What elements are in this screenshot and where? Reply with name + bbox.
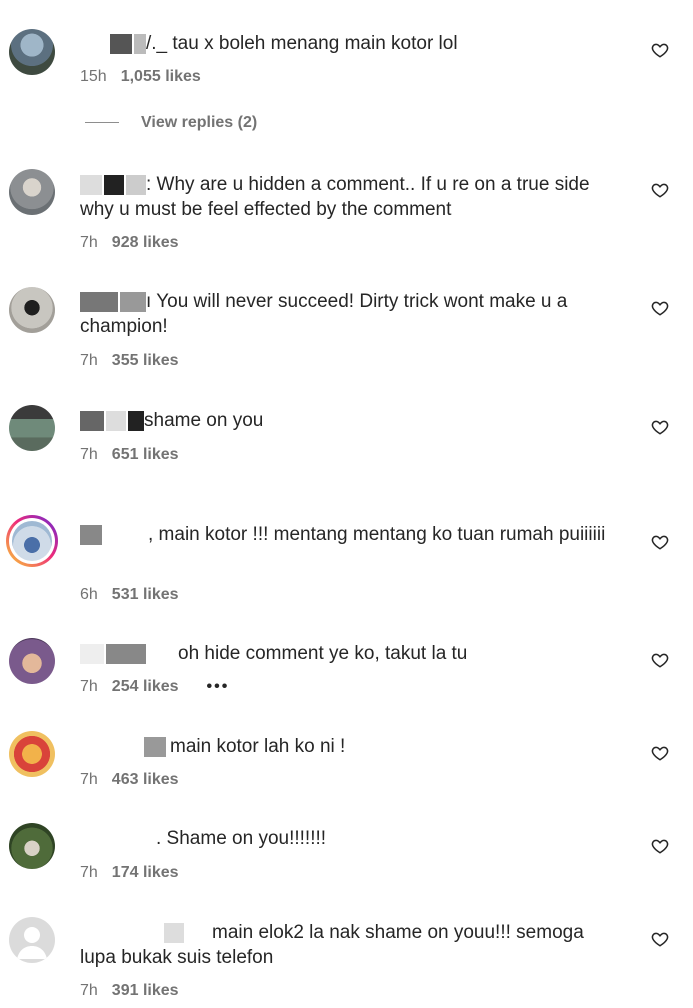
comment-likes[interactable]: 463 likes xyxy=(112,771,179,788)
redacted-username[interactable] xyxy=(80,291,118,312)
comment-body: shame on you xyxy=(144,410,264,431)
redacted-username[interactable] xyxy=(126,174,146,195)
comment-body: ı You will never succeed! Dirty trick wo… xyxy=(80,291,568,337)
comment-text: . Shame on you!!!!!!! xyxy=(80,826,620,851)
comment-body: oh hide comment ye ko, takut la tu xyxy=(178,643,468,664)
comment-text: main elok2 la nak shame on youu!!! semog… xyxy=(80,920,620,970)
comment-likes[interactable]: 651 likes xyxy=(112,446,179,463)
comment-time: 7h xyxy=(80,982,98,999)
redacted-username[interactable] xyxy=(80,33,108,54)
heart-outline-icon[interactable] xyxy=(651,41,669,59)
redacted-username[interactable] xyxy=(148,643,176,664)
avatar[interactable] xyxy=(9,287,55,333)
comment-meta: 6h 531 likes xyxy=(80,586,179,604)
comment-text: ı You will never succeed! Dirty trick wo… xyxy=(80,289,620,339)
avatar[interactable] xyxy=(9,405,55,451)
divider xyxy=(85,122,119,124)
comment-text: /._ tau x boleh menang main kotor lol xyxy=(80,31,620,56)
comment-likes[interactable]: 355 likes xyxy=(112,352,179,369)
heart-outline-icon[interactable] xyxy=(651,744,669,762)
comment-text: : Why are u hidden a comment.. If u re o… xyxy=(80,172,620,222)
comment-likes[interactable]: 1,055 likes xyxy=(121,68,201,85)
heart-outline-icon[interactable] xyxy=(651,837,669,855)
heart-outline-icon[interactable] xyxy=(651,299,669,317)
comment-body: : Why are u hidden a comment.. If u re o… xyxy=(80,174,590,220)
comment-time: 7h xyxy=(80,234,98,251)
redacted-username[interactable] xyxy=(106,410,126,431)
view-replies-label: View replies (2) xyxy=(141,114,258,131)
redacted-username[interactable] xyxy=(80,410,104,431)
comment-time: 7h xyxy=(80,771,98,788)
comment-meta: 15h 1,055 likes xyxy=(80,68,201,86)
redacted-username[interactable] xyxy=(104,174,124,195)
comment-meta: 7h 391 likes xyxy=(80,982,179,1000)
redacted-username[interactable] xyxy=(120,291,146,312)
avatar[interactable] xyxy=(9,731,55,777)
avatar[interactable] xyxy=(9,29,55,75)
avatar xyxy=(12,521,52,561)
redacted-username[interactable] xyxy=(106,643,146,664)
comment-time: 7h xyxy=(80,864,98,881)
heart-outline-icon[interactable] xyxy=(651,533,669,551)
avatar[interactable] xyxy=(9,169,55,215)
redacted-username[interactable] xyxy=(80,736,142,757)
comment-text: oh hide comment ye ko, takut la tu xyxy=(80,641,620,666)
comment-likes[interactable]: 531 likes xyxy=(112,586,179,603)
avatar-story-ring[interactable] xyxy=(6,515,58,567)
redacted-username[interactable] xyxy=(80,174,102,195)
heart-outline-icon[interactable] xyxy=(651,930,669,948)
heart-outline-icon[interactable] xyxy=(651,181,669,199)
default-avatar-icon[interactable] xyxy=(9,917,55,963)
comment-time: 15h xyxy=(80,68,107,85)
comment-meta: 7h 254 likes ••• xyxy=(80,678,229,696)
comment-body: . Shame on you!!!!!!! xyxy=(156,828,327,849)
redacted-username[interactable] xyxy=(80,922,162,943)
comment-meta: 7h 174 likes xyxy=(80,864,179,882)
comment-body: main kotor lah ko ni ! xyxy=(170,736,346,757)
redacted-username[interactable] xyxy=(80,828,156,849)
comment-meta: 7h 651 likes xyxy=(80,446,179,464)
redacted-username[interactable] xyxy=(104,524,148,545)
comment-meta: 7h 355 likes xyxy=(80,352,179,370)
comment-time: 7h xyxy=(80,678,98,695)
redacted-username[interactable] xyxy=(186,922,210,943)
comment-text: shame on you xyxy=(80,408,620,433)
comment-meta: 7h 928 likes xyxy=(80,234,179,252)
comment-time: 7h xyxy=(80,352,98,369)
comment-time: 7h xyxy=(80,446,98,463)
more-options-icon[interactable]: ••• xyxy=(207,678,230,695)
redacted-username[interactable] xyxy=(134,33,146,54)
redacted-username[interactable] xyxy=(144,736,166,757)
comment-text: main kotor lah ko ni ! xyxy=(80,734,620,759)
comments-list: /._ tau x boleh menang main kotor lol 15… xyxy=(0,0,693,1008)
heart-outline-icon[interactable] xyxy=(651,418,669,436)
comment-likes[interactable]: 174 likes xyxy=(112,864,179,881)
avatar[interactable] xyxy=(9,638,55,684)
comment-meta: 7h 463 likes xyxy=(80,771,179,789)
avatar[interactable] xyxy=(9,823,55,869)
comment-likes[interactable]: 391 likes xyxy=(112,982,179,999)
redacted-username[interactable] xyxy=(80,643,104,664)
comment-likes[interactable]: 928 likes xyxy=(112,234,179,251)
redacted-username[interactable] xyxy=(80,524,102,545)
comment-body: /._ tau x boleh menang main kotor lol xyxy=(146,33,458,54)
avatar-ring-gap xyxy=(9,518,55,564)
redacted-username[interactable] xyxy=(128,410,144,431)
comment-time: 6h xyxy=(80,586,98,603)
comment-body: , main kotor !!! mentang mentang ko tuan… xyxy=(148,524,606,545)
redacted-username[interactable] xyxy=(164,922,184,943)
redacted-username[interactable] xyxy=(110,33,132,54)
view-replies-button[interactable]: View replies (2) xyxy=(85,114,257,132)
comment-likes[interactable]: 254 likes xyxy=(112,678,179,695)
comment-text: , main kotor !!! mentang mentang ko tuan… xyxy=(80,522,620,547)
heart-outline-icon[interactable] xyxy=(651,651,669,669)
